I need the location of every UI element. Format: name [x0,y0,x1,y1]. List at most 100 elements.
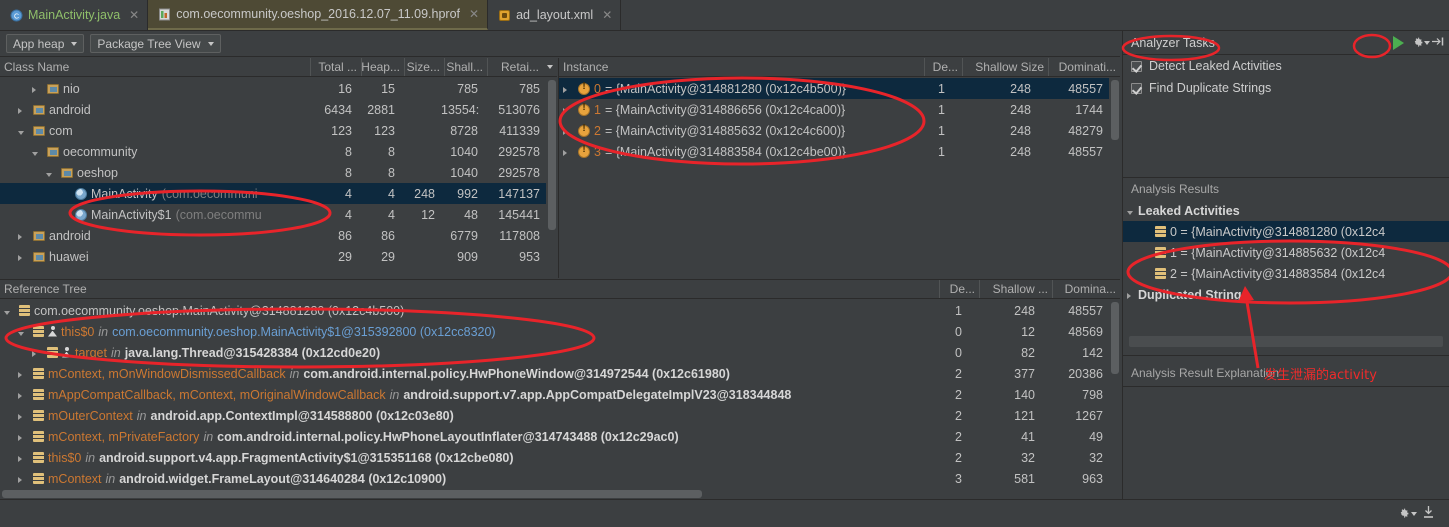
instance-row[interactable]: 1= {MainActivity@314886656 (0x12c4ca00)}… [559,99,1109,120]
result-item-text: 0 = {MainActivity@314881280 (0x12c4 [1170,224,1386,239]
column-instance[interactable]: Instance [563,60,924,74]
column-dominating[interactable]: Domina... [1052,280,1120,298]
tab-close-icon[interactable]: ✕ [602,8,612,22]
column-shallow[interactable]: Shallow ... [979,280,1052,298]
task-checkbox[interactable] [1131,60,1142,72]
column-retained[interactable]: Retai... [487,58,543,76]
column-size[interactable]: Size... [404,58,444,76]
tree-twisty[interactable] [18,451,29,465]
reference-tree-row[interactable]: mContext, mOnWindowDismissedCallback in co… [0,363,1109,384]
cell-total: 123 [331,123,352,138]
analyzer-task-row[interactable]: Find Duplicate Strings [1123,77,1449,99]
tab-close-icon[interactable]: ✕ [469,7,479,21]
analysis-results-hscrollbar[interactable] [1129,336,1443,347]
tree-twisty[interactable] [18,250,29,264]
reference-tree-row[interactable]: this$0 in com.oecommunity.oeshop.MainActiv… [0,321,1109,342]
gear-icon[interactable] [1397,507,1417,520]
gear-icon[interactable] [1411,36,1430,49]
ref-root-text: com.oecommunity.oeshop.MainActivity@3148… [34,303,405,318]
tab-hprof-file[interactable]: com.oecommunity.oeshop_2016.12.07_11.09.… [148,0,489,30]
reference-tree-row[interactable]: target in java.lang.Thread@315428384 (0x12… [0,342,1109,363]
reference-tree-row[interactable]: mOuterContext in android.app.ContextImpl@3… [0,405,1109,426]
tree-twisty[interactable] [563,103,574,117]
tree-twisty[interactable] [18,388,29,402]
ref-in-keyword: in [203,429,214,444]
reference-tree-scrollbar[interactable] [1109,300,1120,489]
analyzer-task-row[interactable]: Detect Leaked Activities [1123,55,1449,77]
reference-tree-row[interactable]: mContext, mPrivateFactory in com.android.i… [0,426,1109,447]
instance-stack-icon [33,431,44,442]
reference-tree-row[interactable]: mContext in android.widget.FrameLayout@314… [0,468,1109,489]
tab-label: com.oecommunity.oeshop_2016.12.07_11.09.… [176,7,460,21]
tree-twisty[interactable] [32,82,43,96]
collapse-right-icon[interactable] [1431,35,1445,51]
class-tree-row[interactable]: android 86 86 6779 117808 [0,225,546,246]
class-row-name: MainActivity [91,186,158,201]
class-tree-row[interactable]: nio 16 15 785 785 [0,78,546,99]
tree-twisty[interactable] [18,430,29,444]
reference-tree-hscrollbar[interactable] [0,488,1109,499]
class-tree-row[interactable]: android 6434 2881 13554: 513076 [0,99,546,120]
tree-twisty[interactable] [18,325,29,339]
class-tree-row[interactable]: oecommunity 8 8 1040 292578 [0,141,546,162]
tree-twisty[interactable] [563,124,574,138]
instance-row[interactable]: 3= {MainActivity@314883584 (0x12c4be00)}… [559,141,1109,162]
tree-twisty[interactable] [4,304,15,318]
instance-row[interactable]: 0= {MainActivity@314881280 (0x12c4b500)}… [559,78,1109,99]
tree-twisty[interactable] [563,82,574,96]
class-panel-scrollbar[interactable] [546,78,557,278]
column-depth[interactable]: De... [939,280,979,298]
tree-twisty[interactable] [18,229,29,243]
class-tree-row[interactable]: oeshop 8 8 1040 292578 [0,162,546,183]
tree-twisty[interactable] [1127,204,1138,218]
reference-tree-row[interactable]: this$0 in android.support.v4.app.FragmentA… [0,447,1109,468]
tab-ad-layout-xml[interactable]: ad_layout.xml ✕ [488,0,622,30]
class-tree-row[interactable]: huawei 29 29 909 953 [0,246,546,267]
analysis-result-item[interactable]: 1 = {MainActivity@314885632 (0x12c4 [1123,242,1449,263]
reference-tree-row[interactable]: com.oecommunity.oeshop.MainActivity@3148… [0,300,1109,321]
heap-selector-dropdown[interactable]: App heap [6,34,85,53]
tree-twisty[interactable] [563,145,574,159]
view-selector-dropdown[interactable]: Package Tree View [90,34,221,53]
tab-close-icon[interactable]: ✕ [129,8,139,22]
cell-retained: 513076 [498,102,540,117]
class-tree-row[interactable]: com 123 123 8728 411339 [0,120,546,141]
tree-twisty[interactable] [18,103,29,117]
instance-row[interactable]: 2= {MainActivity@314885632 (0x12c4c600)}… [559,120,1109,141]
instance-panel-scrollbar[interactable] [1109,78,1120,278]
tree-twisty[interactable] [18,124,29,138]
tab-mainactivity-java[interactable]: C MainActivity.java ✕ [0,0,149,30]
tree-twisty[interactable] [18,367,29,381]
column-class-name[interactable]: Class Name [4,60,310,74]
cell-shallow: 48 [464,207,478,222]
chevron-down-icon [71,41,78,46]
column-shallow[interactable]: Shall... [444,58,487,76]
task-label: Find Duplicate Strings [1149,81,1272,95]
column-dominating[interactable]: Dominati... [1048,58,1120,76]
column-heap[interactable]: Heap... [361,58,404,76]
cell-total: 8 [345,165,352,180]
task-checkbox[interactable] [1131,82,1142,94]
tree-twisty[interactable] [46,166,57,180]
analysis-result-group[interactable]: Leaked Activities [1123,200,1449,221]
download-icon[interactable] [1422,505,1435,522]
cell-retained: 147137 [498,186,540,201]
tree-twisty[interactable] [18,472,29,486]
column-depth[interactable]: De... [924,58,962,76]
column-shallow-size[interactable]: Shallow Size [962,58,1048,76]
cell-total: 6434 [324,102,352,117]
column-total[interactable]: Total ... [310,58,361,76]
tree-twisty[interactable] [18,409,29,423]
analysis-result-group[interactable]: Duplicated Strings [1123,284,1449,305]
play-icon[interactable] [1393,35,1404,50]
class-tree-row[interactable]: MainActivity$1 (com.oecommu 4 4 12 48 145441 [0,204,546,225]
class-row-name: android [49,102,91,117]
tree-twisty[interactable] [32,346,43,360]
tree-twisty[interactable] [32,145,43,159]
class-tree-row[interactable]: MainActivity (com.oecommuni 4 4 248 992 147137 [0,183,546,204]
tree-twisty[interactable] [1127,288,1138,302]
analysis-result-item[interactable]: 2 = {MainActivity@314883584 (0x12c4 [1123,263,1449,284]
analysis-result-item[interactable]: 0 = {MainActivity@314881280 (0x12c4 [1123,221,1449,242]
reference-tree-row[interactable]: mAppCompatCallback, mContext, mOriginalW… [0,384,1109,405]
instance-index: 3 [594,144,601,159]
